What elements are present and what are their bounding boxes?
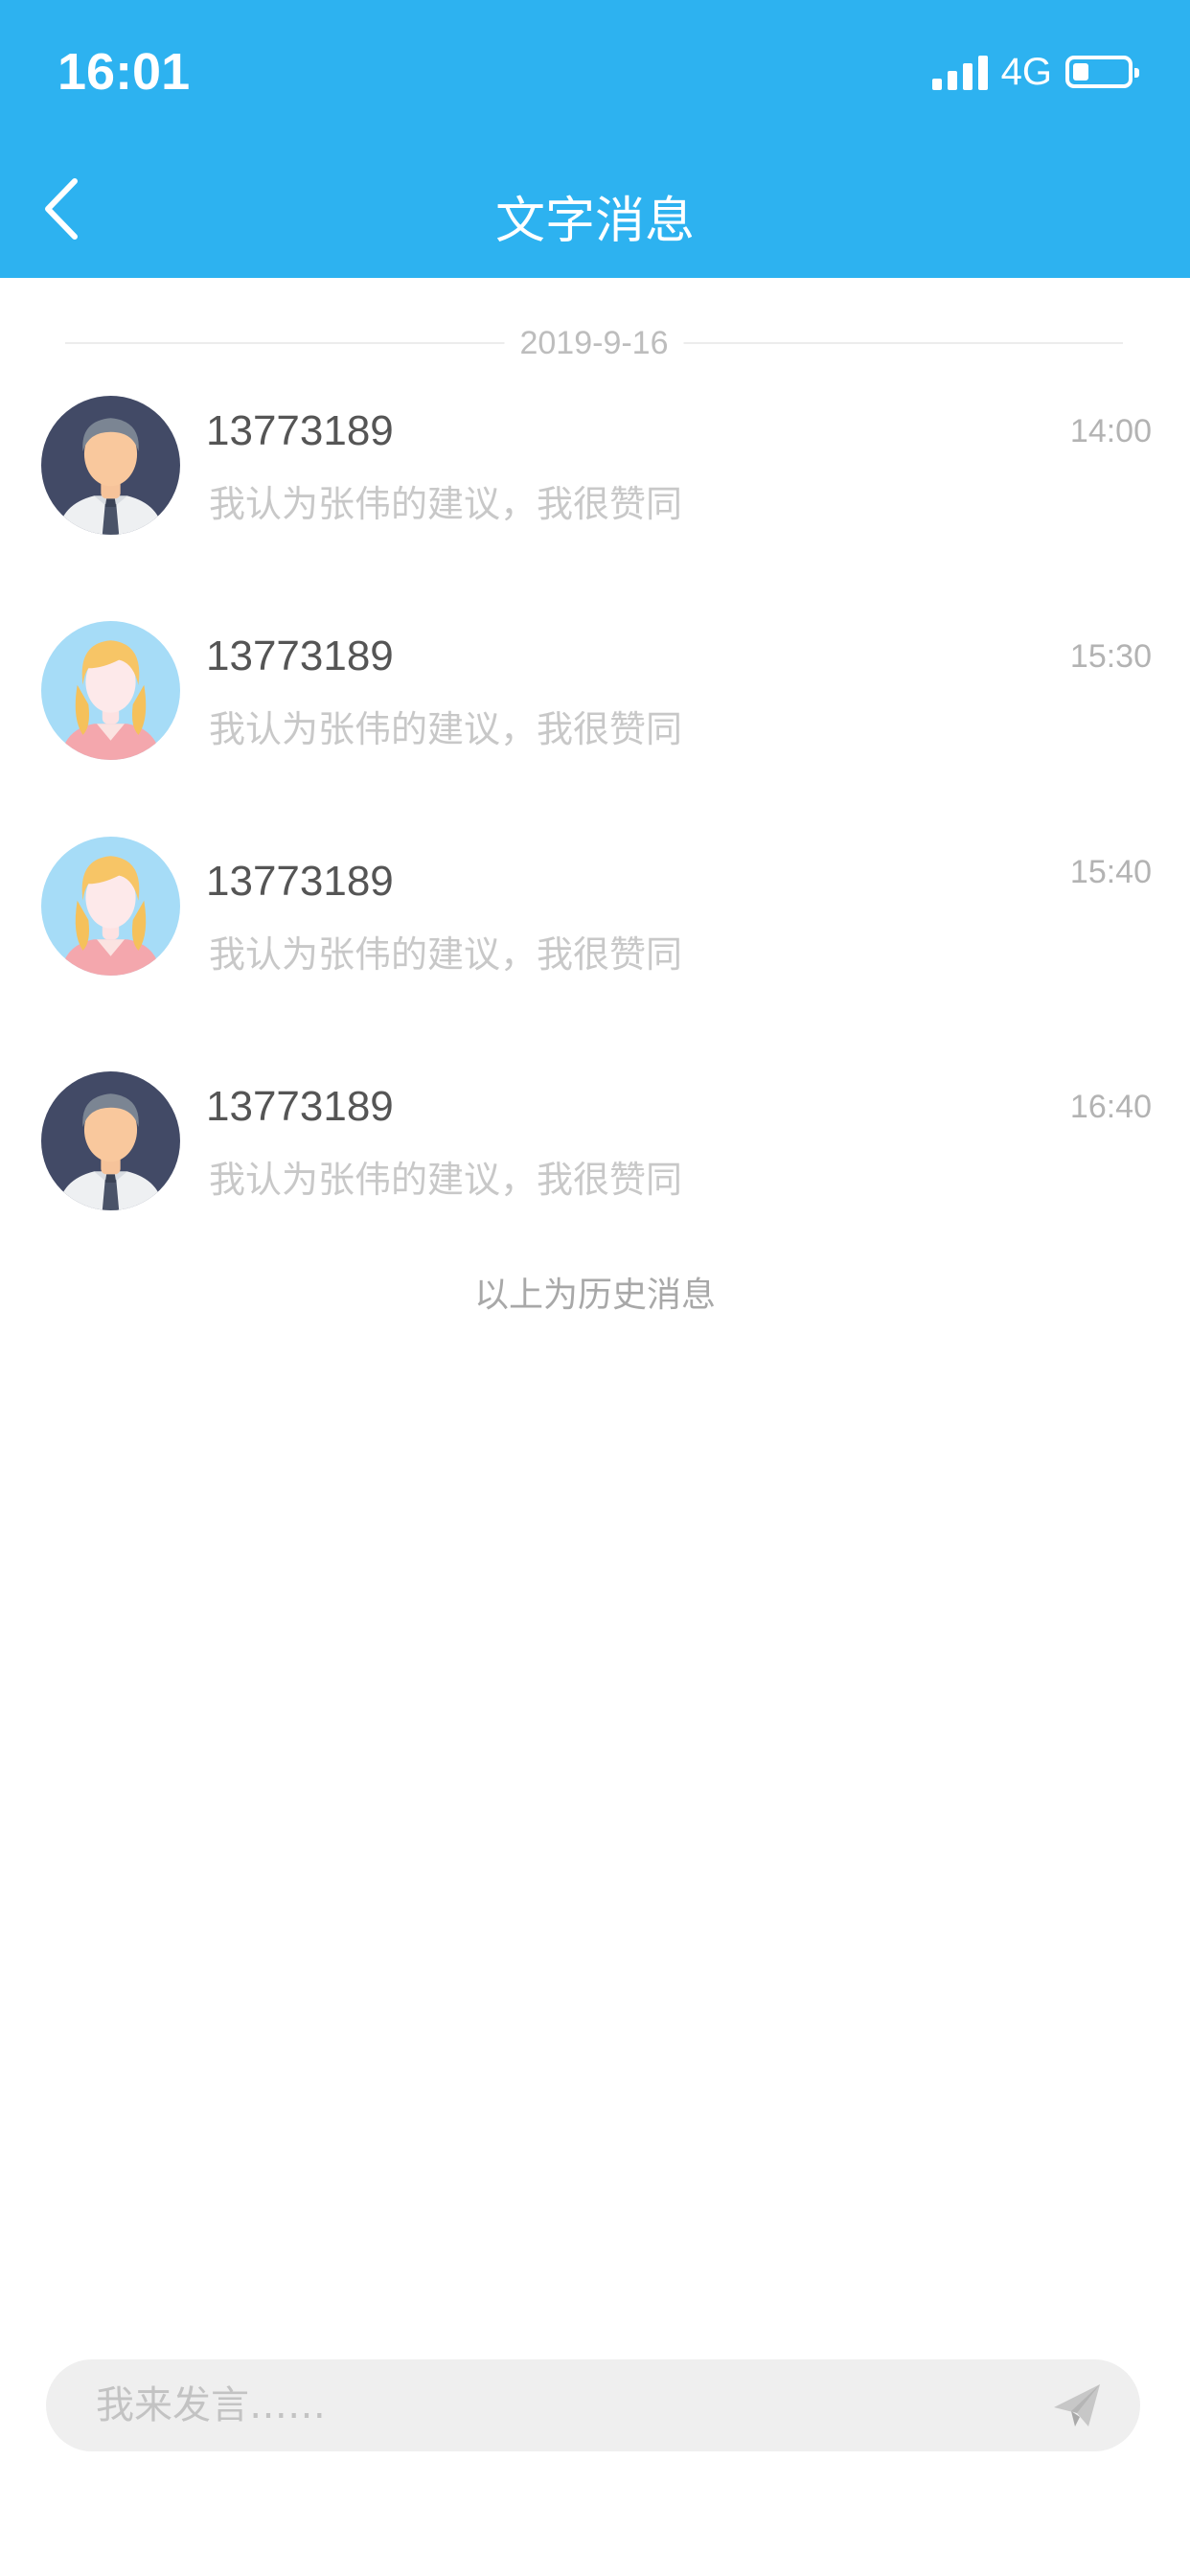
message-time: 15:40 — [1069, 854, 1152, 890]
composer-bar — [46, 2359, 1140, 2451]
date-divider: 2019-9-16 — [65, 319, 1123, 367]
message-text: 我认为张伟的建议，我很赞同 — [209, 1159, 683, 1201]
sender-name: 13773189 — [206, 858, 394, 905]
message-item[interactable]: 13773189 我认为张伟的建议，我很赞同 15:40 — [0, 837, 1190, 1000]
sender-name: 13773189 — [206, 632, 394, 679]
female-avatar[interactable] — [41, 837, 180, 976]
message-text: 我认为张伟的建议，我很赞同 — [209, 933, 683, 976]
message-item[interactable]: 13773189 我认为张伟的建议，我很赞同 16:40 — [0, 1071, 1190, 1234]
battery-icon — [1065, 56, 1139, 88]
male-avatar[interactable] — [41, 396, 180, 535]
message-item[interactable]: 13773189 我认为张伟的建议，我很赞同 15:30 — [0, 621, 1190, 784]
message-time: 16:40 — [1069, 1089, 1152, 1125]
status-indicators: 4G — [931, 50, 1139, 94]
message-text: 我认为张伟的建议，我很赞同 — [209, 708, 683, 750]
send-icon[interactable] — [1050, 2379, 1104, 2432]
date-label: 2019-9-16 — [504, 319, 684, 367]
page-title: 文字消息 — [494, 193, 695, 250]
message-time: 15:30 — [1069, 638, 1152, 675]
message-item[interactable]: 13773189 我认为张伟的建议，我很赞同 14:00 — [0, 396, 1190, 559]
top-bar: 16:01 4G 文字消息 — [0, 0, 1190, 278]
male-avatar[interactable] — [41, 1071, 180, 1210]
message-time: 14:00 — [1069, 413, 1152, 449]
signal-icon — [931, 54, 988, 90]
message-input[interactable] — [96, 2359, 958, 2451]
sender-name: 13773189 — [206, 1083, 394, 1130]
network-type: 4G — [1000, 50, 1052, 93]
history-notice: 以上为历史消息 — [473, 1276, 716, 1315]
message-text: 我认为张伟的建议，我很赞同 — [209, 483, 683, 525]
status-time: 16:01 — [57, 43, 191, 101]
female-avatar[interactable] — [41, 621, 180, 760]
sender-name: 13773189 — [206, 407, 394, 454]
